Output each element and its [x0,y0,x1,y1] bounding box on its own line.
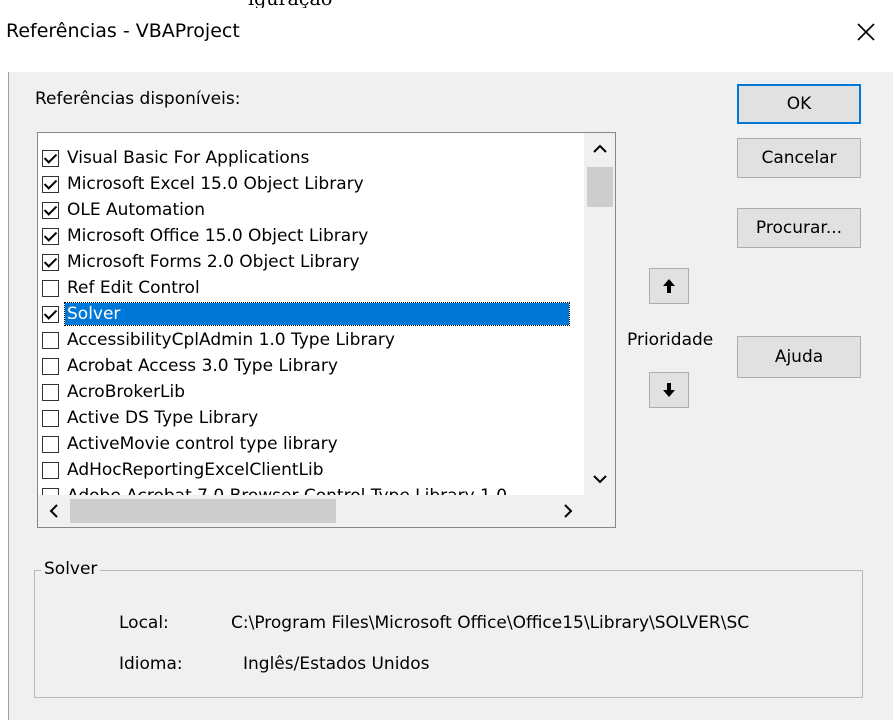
reference-label: Solver [64,302,570,326]
vertical-scrollbar[interactable] [584,133,615,495]
reference-details-group: Solver Local: C:\Program Files\Microsoft… [34,559,863,698]
close-button[interactable] [846,12,886,52]
language-label: Idioma: [119,654,183,674]
reference-label: Microsoft Excel 15.0 Object Library [67,174,364,194]
reference-checkbox[interactable] [42,227,59,245]
chevron-down-icon [593,475,607,484]
dialog-client-area: Referências disponíveis: Visual Basic Fo… [8,72,893,720]
location-value: C:\Program Files\Microsoft Office\Office… [231,613,750,633]
reference-checkbox[interactable] [42,331,59,349]
reference-checkbox[interactable] [42,201,59,219]
language-value: Inglês/Estados Unidos [243,654,430,674]
reference-list-item[interactable]: Microsoft Excel 15.0 Object Library [42,171,366,197]
scroll-right-button[interactable] [554,495,584,527]
reference-checkbox[interactable] [42,253,59,271]
priority-up-button[interactable] [649,268,689,304]
reference-list-item[interactable]: Microsoft Office 15.0 Object Library [42,223,370,249]
reference-label: Active DS Type Library [67,408,259,428]
clipped-text: iguração [248,0,332,8]
reference-checkbox[interactable] [42,435,59,453]
scroll-down-button[interactable] [584,465,615,495]
location-label: Local: [119,613,169,633]
reference-label: Acrobat Access 3.0 Type Library [67,356,338,376]
reference-list-item[interactable]: Microsoft Forms 2.0 Object Library [42,249,362,275]
reference-label: Microsoft Forms 2.0 Object Library [67,252,360,272]
reference-label: Visual Basic For Applications [67,148,310,168]
scroll-up-button[interactable] [584,133,615,163]
reference-list-item[interactable]: ActiveMovie control type library [42,431,340,457]
reference-label: Adobe Acrobat 7.0 Browser Control Type L… [65,485,509,495]
arrow-down-icon [663,383,675,397]
references-list-items: Visual Basic For Applications Microsoft E… [38,133,584,495]
title-bar: iguração Referências - VBAProject [0,0,893,72]
reference-list-item[interactable]: AdHocReportingExcelClientLib [42,457,326,483]
close-icon [857,23,875,41]
reference-list-item[interactable]: AcroBrokerLib [42,379,187,405]
available-references-label: Referências disponíveis: [35,89,241,109]
reference-checkbox[interactable] [42,487,59,495]
reference-list-item[interactable]: Adobe Acrobat 7.0 Browser Control Type L… [42,483,509,495]
reference-checkbox[interactable] [42,149,59,167]
chevron-left-icon [49,504,58,518]
scroll-left-button[interactable] [38,495,68,527]
priority-down-button[interactable] [649,372,689,408]
reference-label: ActiveMovie control type library [67,434,338,454]
reference-label: AccessibilityCplAdmin 1.0 Type Library [67,330,395,350]
horizontal-scroll-thumb[interactable] [70,499,336,523]
reference-list-item[interactable]: AccessibilityCplAdmin 1.0 Type Library [42,327,397,353]
chevron-up-icon [593,144,607,153]
vertical-scroll-thumb[interactable] [587,167,613,207]
reference-checkbox[interactable] [42,383,59,401]
clipped-background-text: iguração [0,0,893,8]
reference-checkbox[interactable] [42,461,59,479]
reference-label: AdHocReportingExcelClientLib [67,460,324,480]
reference-list-item[interactable]: Visual Basic For Applications [42,145,311,171]
reference-list-item[interactable]: Active DS Type Library [42,405,260,431]
reference-checkbox[interactable] [42,279,59,297]
priority-label: Prioridade [627,330,714,350]
details-group-title: Solver [41,559,101,579]
reference-list-item[interactable]: Ref Edit Control [42,275,202,301]
reference-list-item[interactable]: Solver [42,301,570,327]
reference-checkbox[interactable] [42,175,59,193]
arrow-up-icon [663,279,675,293]
reference-list-item[interactable]: OLE Automation [42,197,207,223]
scrollbar-corner [584,495,615,527]
horizontal-scrollbar[interactable] [38,495,584,527]
reference-checkbox[interactable] [42,357,59,375]
references-listbox[interactable]: Visual Basic For Applications Microsoft E… [37,132,616,528]
reference-label: OLE Automation [67,200,206,220]
reference-label: Ref Edit Control [67,278,200,298]
browse-button[interactable]: Procurar... [737,208,861,248]
help-button[interactable]: Ajuda [737,336,861,378]
ok-button[interactable]: OK [737,84,861,124]
window-title: Referências - VBAProject [6,20,240,42]
reference-checkbox[interactable] [42,409,59,427]
reference-checkbox[interactable] [42,305,59,323]
cancel-button[interactable]: Cancelar [737,138,861,178]
reference-list-item[interactable]: Acrobat Access 3.0 Type Library [42,353,340,379]
reference-label: AcroBrokerLib [67,382,186,402]
reference-label: Microsoft Office 15.0 Object Library [67,226,369,246]
chevron-right-icon [564,504,573,518]
